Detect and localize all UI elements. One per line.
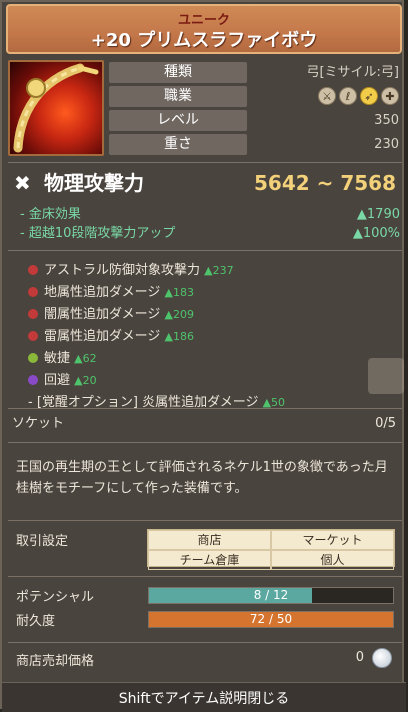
socket-label: ソケット	[12, 416, 65, 431]
option-item: 闇属性追加ダメージ ▲209	[12, 304, 402, 326]
trade-cell: マーケット	[271, 530, 394, 550]
potential-bar: 8 / 12	[148, 587, 394, 604]
staff-icon: ℓ	[339, 87, 357, 105]
option-item: 回避 ▲20	[12, 370, 402, 392]
bonus-label: - 金床効果	[20, 207, 81, 222]
potential-label: ポテンシャル	[16, 590, 95, 605]
durability-bar: 72 / 50	[148, 611, 394, 628]
type-value: 弓[ミサイル:弓]	[306, 65, 399, 80]
bonus-row: - 金床効果 ▲1790	[20, 206, 400, 224]
close-description-hint: Shiftでアイテム説明閉じる	[118, 691, 290, 707]
option-item: 敏捷 ▲62	[12, 348, 402, 370]
item-header: ユニーク +20 プリムスラファイボウ	[6, 4, 402, 54]
trade-cell: 個人	[271, 550, 394, 570]
bonus-value: ▲1790	[356, 207, 400, 222]
option-dot-icon	[28, 308, 38, 319]
cross-icon: ✚	[381, 87, 399, 105]
option-item: 雷属性追加ダメージ ▲186	[12, 326, 402, 348]
divider	[8, 442, 402, 443]
divider	[8, 408, 402, 409]
bonus-value: ▲100%	[352, 226, 400, 241]
option-dot-icon	[28, 286, 38, 297]
sell-price-value: 0	[355, 650, 364, 665]
option-dot-icon	[28, 352, 38, 363]
side-shortcut-button[interactable]	[368, 358, 404, 394]
trade-cell: チーム倉庫	[148, 550, 271, 570]
class-row: 職業 ⚔ ℓ ➶ ✚	[109, 86, 401, 107]
level-label: レベル	[109, 110, 247, 131]
item-name: +20 プリムスラファイボウ	[90, 30, 318, 51]
attack-row: ✖ 物理攻撃力 5642 ~ 7568	[12, 168, 402, 198]
bonus-row: - 超越10段階攻撃力アップ ▲100%	[20, 225, 400, 243]
attack-label: 物理攻撃力	[44, 171, 144, 195]
durability-value: 72 / 50	[249, 612, 293, 626]
trade-label: 取引設定	[16, 534, 69, 549]
type-row: 種類 弓[ミサイル:弓]	[109, 62, 401, 83]
option-item: アストラル防御対象攻撃力 ▲237	[12, 260, 402, 282]
sell-price-row: 商店売却価格 0	[16, 648, 396, 670]
awakening-option: - [覚醒オプション] 炎属性追加ダメージ ▲50	[28, 395, 286, 410]
trade-settings-grid: 商店 マーケット チーム倉庫 個人	[147, 529, 395, 570]
trade-cell: 商店	[148, 530, 271, 550]
divider	[8, 162, 402, 163]
bonus-label: - 超越10段階攻撃力アップ	[20, 226, 176, 241]
divider	[8, 642, 402, 643]
option-dot-icon	[28, 264, 38, 275]
level-row: レベル 350	[109, 110, 401, 131]
durability-label: 耐久度	[16, 614, 56, 629]
footer-bar: Shiftでアイテム説明閉じる	[2, 682, 406, 712]
socket-row: ソケット 0/5	[12, 413, 400, 435]
crossed-swords-icon: ✖	[14, 171, 31, 195]
divider	[8, 576, 402, 577]
type-label: 種類	[109, 62, 247, 83]
item-tooltip-panel: ユニーク +20 プリムスラファイボウ 種類 弓[ミサイル:弓] 職業 ⚔ ℓ …	[0, 0, 406, 712]
level-value: 350	[374, 113, 399, 128]
attack-value: 5642 ~ 7568	[253, 171, 396, 195]
option-list: アストラル防御対象攻撃力 ▲237 地属性追加ダメージ ▲183 闇属性追加ダメ…	[12, 260, 402, 414]
coin-icon	[372, 648, 392, 668]
divider	[8, 520, 402, 521]
option-item: 地属性追加ダメージ ▲183	[12, 282, 402, 304]
weight-row: 重さ 230	[109, 134, 401, 155]
sell-price-label: 商店売却価格	[16, 654, 95, 669]
item-description: 王国の再生期の王として評価されるネケル1世の象徴であった月桂樹をモチーフにして作…	[16, 460, 388, 496]
class-icons: ⚔ ℓ ➶ ✚	[318, 87, 399, 105]
class-label: 職業	[109, 86, 247, 107]
divider	[8, 250, 402, 251]
option-dot-icon	[28, 374, 38, 385]
socket-value: 0/5	[375, 416, 396, 431]
weight-value: 230	[374, 137, 399, 152]
potential-value: 8 / 12	[253, 588, 289, 602]
bow-item-icon	[8, 60, 104, 156]
sword-icon: ⚔	[318, 87, 336, 105]
weight-label: 重さ	[109, 134, 247, 155]
bow-icon: ➶	[360, 87, 378, 105]
option-dot-icon	[28, 330, 38, 341]
